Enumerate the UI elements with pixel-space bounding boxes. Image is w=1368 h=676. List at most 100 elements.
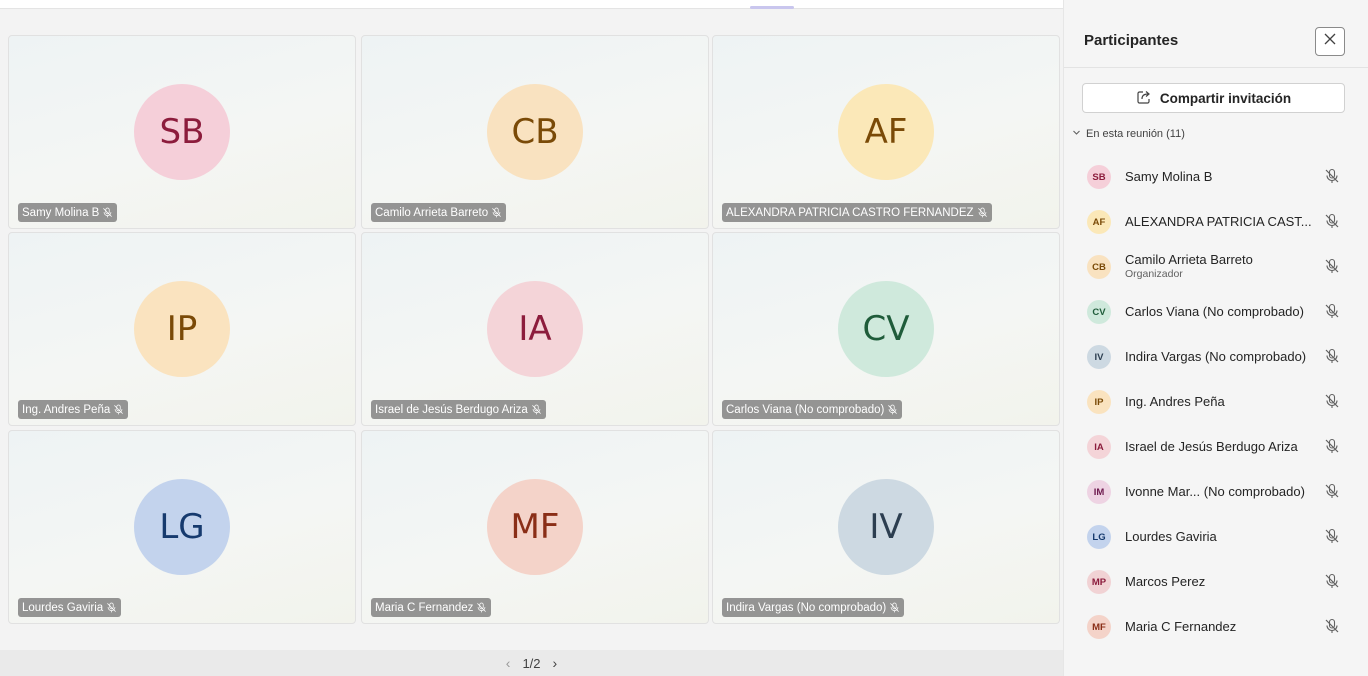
participant-name: Samy Molina B bbox=[1125, 169, 1213, 184]
video-tile[interactable]: IV Indira Vargas (No comprobado) bbox=[712, 430, 1060, 624]
chevron-right-icon[interactable]: › bbox=[553, 655, 558, 671]
participant-name: Indira Vargas (No comprobado) bbox=[1125, 349, 1307, 364]
mic-off-icon bbox=[531, 404, 542, 415]
mic-off-icon bbox=[102, 207, 113, 218]
mic-off-icon bbox=[1324, 528, 1340, 544]
section-in-meeting[interactable]: En esta reunión (11) bbox=[1072, 128, 1185, 140]
share-icon bbox=[1136, 89, 1152, 108]
share-invitation-label: Compartir invitación bbox=[1159, 90, 1292, 106]
participant-name: Ing. Andres Peña bbox=[22, 403, 111, 416]
video-tile[interactable]: LG Lourdes Gaviria bbox=[8, 430, 356, 624]
participant-name-tag: Indira Vargas (No comprobado) bbox=[722, 598, 905, 617]
participant-name: Maria C Fernandez bbox=[375, 601, 474, 614]
participant-name: Carlos Viana (No comprobado) bbox=[1125, 304, 1304, 319]
avatar: IV bbox=[1087, 345, 1111, 369]
top-strip bbox=[0, 0, 1063, 9]
avatar: CB bbox=[1087, 255, 1111, 279]
participant-role: Organizador bbox=[1125, 268, 1183, 280]
mic-off-icon bbox=[1324, 618, 1340, 634]
mic-off-icon bbox=[113, 404, 124, 415]
participant-name-tag: Carlos Viana (No comprobado) bbox=[722, 400, 903, 419]
participant-name: Camilo Arrieta Barreto bbox=[375, 206, 489, 219]
mic-off-icon bbox=[491, 207, 502, 218]
participant-list-item[interactable]: SB Samy Molina B bbox=[1064, 154, 1368, 199]
avatar: SB bbox=[1087, 165, 1111, 189]
avatar: AF bbox=[838, 84, 934, 180]
participant-list-item[interactable]: IV Indira Vargas (No comprobado) bbox=[1064, 334, 1368, 379]
chevron-down-icon bbox=[1072, 128, 1081, 140]
mic-off-icon bbox=[1324, 258, 1340, 274]
mic-off-icon bbox=[1324, 393, 1340, 409]
participants-panel: Participantes Compartir invitación En es… bbox=[1063, 0, 1368, 676]
mic-off-icon bbox=[889, 602, 900, 613]
mic-off-icon bbox=[1324, 483, 1340, 499]
video-tile[interactable]: IA Israel de Jesús Berdugo Ariza bbox=[361, 232, 709, 426]
participant-name-tag: Lourdes Gaviria bbox=[18, 598, 122, 617]
avatar: MP bbox=[1087, 570, 1111, 594]
video-grid: SB Samy Molina B CB Camilo Arrieta Barreto A… bbox=[8, 35, 1061, 625]
mic-off-icon bbox=[1324, 168, 1340, 184]
participant-name: Lourdes Gaviria bbox=[22, 601, 104, 614]
participant-list-item[interactable]: IM Ivonne Mar... (No comprobado) bbox=[1064, 469, 1368, 514]
video-tile[interactable]: MF Maria C Fernandez bbox=[361, 430, 709, 624]
participant-name: Lourdes Gaviria bbox=[1125, 529, 1217, 544]
mic-off-icon bbox=[1324, 438, 1340, 454]
avatar: CV bbox=[1087, 300, 1111, 324]
close-icon bbox=[1323, 32, 1337, 51]
video-tile[interactable]: SB Samy Molina B bbox=[8, 35, 356, 229]
meeting-stage: SB Samy Molina B CB Camilo Arrieta Barreto A… bbox=[0, 0, 1063, 676]
avatar: IP bbox=[1087, 390, 1111, 414]
avatar: SB bbox=[134, 84, 230, 180]
avatar: LG bbox=[1087, 525, 1111, 549]
avatar: IA bbox=[1087, 435, 1111, 459]
section-label: En esta reunión (11) bbox=[1086, 128, 1185, 140]
participant-list-item[interactable]: MF Maria C Fernandez bbox=[1064, 604, 1368, 649]
mic-off-icon bbox=[1324, 303, 1340, 319]
participant-list-item[interactable]: IP Ing. Andres Peña bbox=[1064, 379, 1368, 424]
mic-off-icon bbox=[1324, 348, 1340, 364]
avatar: IA bbox=[487, 281, 583, 377]
avatar: IM bbox=[1087, 480, 1111, 504]
participant-name-tag: ALEXANDRA PATRICIA CASTRO FERNANDEZ bbox=[722, 203, 992, 222]
participant-name-tag: Maria C Fernandez bbox=[371, 598, 492, 617]
participant-name: Israel de Jesús Berdugo Ariza bbox=[375, 403, 528, 416]
participant-name: ALEXANDRA PATRICIA CASTRO FERNANDEZ bbox=[726, 206, 974, 219]
mic-off-icon bbox=[106, 602, 117, 613]
avatar: CB bbox=[487, 84, 583, 180]
avatar: IP bbox=[134, 281, 230, 377]
mic-off-icon bbox=[1324, 573, 1340, 589]
participant-name: Marcos Perez bbox=[1125, 574, 1206, 589]
participant-name: Indira Vargas (No comprobado) bbox=[726, 601, 887, 614]
participant-list-item[interactable]: AF ALEXANDRA PATRICIA CAST... bbox=[1064, 199, 1368, 244]
close-panel-button[interactable] bbox=[1315, 27, 1345, 56]
video-tile[interactable]: AF ALEXANDRA PATRICIA CASTRO FERNANDEZ bbox=[712, 35, 1060, 229]
chevron-left-icon[interactable]: ‹ bbox=[506, 655, 511, 671]
participant-name: Carlos Viana (No comprobado) bbox=[726, 403, 885, 416]
participant-list-item[interactable]: LG Lourdes Gaviria bbox=[1064, 514, 1368, 559]
avatar: MF bbox=[1087, 615, 1111, 639]
video-tile[interactable]: CV Carlos Viana (No comprobado) bbox=[712, 232, 1060, 426]
participant-name: Israel de Jesús Berdugo Ariza bbox=[1125, 439, 1298, 454]
participant-name: ALEXANDRA PATRICIA CAST... bbox=[1125, 214, 1312, 229]
panel-header: Participantes bbox=[1064, 0, 1368, 68]
participant-list-item[interactable]: CV Carlos Viana (No comprobado) bbox=[1064, 289, 1368, 334]
mic-off-icon bbox=[887, 404, 898, 415]
video-tile[interactable]: CB Camilo Arrieta Barreto bbox=[361, 35, 709, 229]
participant-list-item[interactable]: MP Marcos Perez bbox=[1064, 559, 1368, 604]
mic-off-icon bbox=[977, 207, 988, 218]
participant-name: Ing. Andres Peña bbox=[1125, 394, 1225, 409]
page-indicator: 1/2 bbox=[522, 655, 541, 671]
participant-list-item[interactable]: CB Camilo Arrieta Barreto Organizador bbox=[1064, 244, 1368, 289]
avatar: AF bbox=[1087, 210, 1111, 234]
avatar: MF bbox=[487, 479, 583, 575]
participant-list-item[interactable]: IA Israel de Jesús Berdugo Ariza bbox=[1064, 424, 1368, 469]
avatar: CV bbox=[838, 281, 934, 377]
share-invitation-button[interactable]: Compartir invitación bbox=[1082, 83, 1345, 113]
video-tile[interactable]: IP Ing. Andres Peña bbox=[8, 232, 356, 426]
avatar: IV bbox=[838, 479, 934, 575]
participant-name-tag: Camilo Arrieta Barreto bbox=[371, 203, 507, 222]
participant-name: Ivonne Mar... (No comprobado) bbox=[1125, 484, 1305, 499]
avatar: LG bbox=[134, 479, 230, 575]
drag-handle[interactable] bbox=[750, 6, 794, 9]
grid-pager: ‹ 1/2 › bbox=[0, 650, 1063, 676]
